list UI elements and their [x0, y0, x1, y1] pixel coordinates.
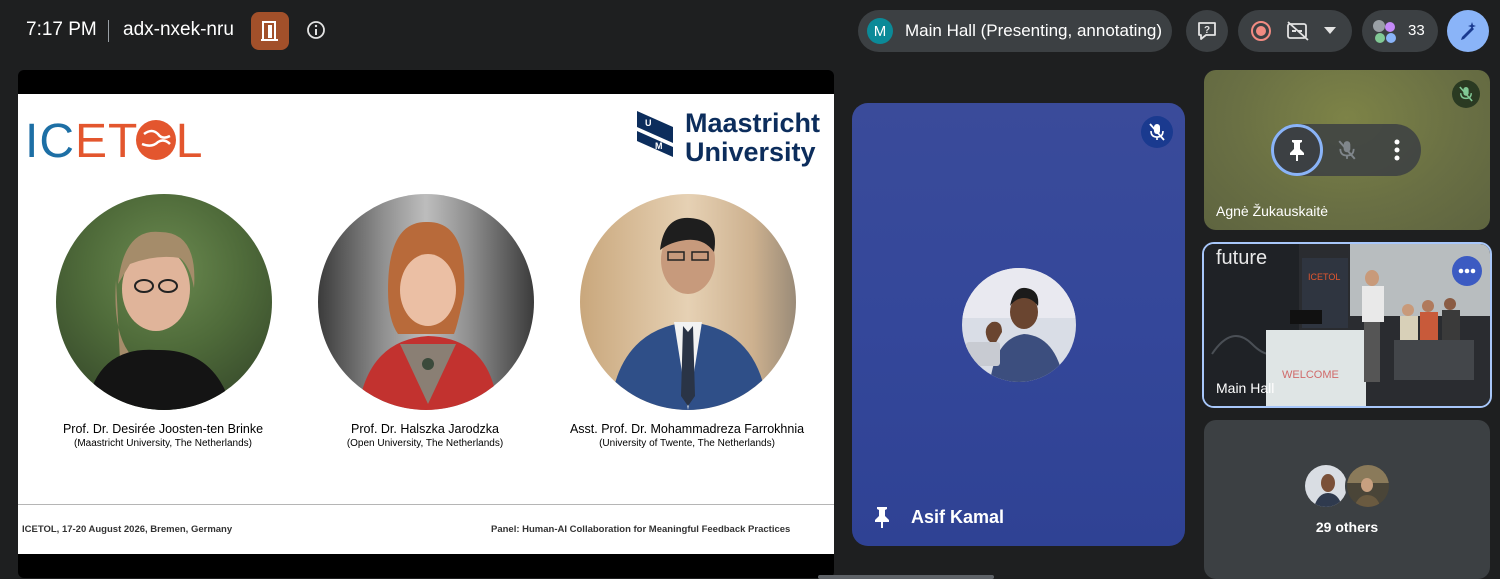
other-avatar-2 [1345, 463, 1391, 509]
presenter-avatar: M [867, 18, 893, 44]
meeting-info-button[interactable] [304, 18, 328, 42]
participant-name: Main Hall [1216, 380, 1275, 396]
globe-icon [136, 120, 176, 160]
presenter-label: Main Hall (Presenting, annotating) [905, 21, 1163, 40]
meeting-code: adx-nxek-nru [123, 19, 234, 40]
um-emblem-icon: UM [637, 111, 673, 157]
people-icon [1373, 20, 1396, 43]
footer-divider [18, 504, 834, 505]
footer-conference: ICETOL, 17-20 August 2026, Bremen, Germa… [22, 524, 233, 535]
svg-text:WELCOME: WELCOME [1282, 369, 1339, 381]
slide: ICETOL UM Maastricht University Prof. Dr… [18, 94, 834, 554]
participant-tile-agne[interactable]: Agnė Žukauskaitė [1204, 70, 1490, 230]
tile-hover-controls [1271, 124, 1421, 176]
help-button[interactable]: ? [1186, 10, 1228, 52]
portrait-3 [580, 194, 796, 410]
scrollbar[interactable] [818, 575, 994, 579]
participant-tile-main-hall[interactable]: future ICETOL WELCOME Main Hall [1202, 242, 1492, 408]
breakout-room-button[interactable] [251, 12, 289, 50]
captions-off-icon[interactable] [1286, 20, 1310, 42]
question-icon: ? [1198, 22, 1216, 40]
mute-participant-button[interactable] [1325, 128, 1369, 172]
svg-text:future: future [1216, 247, 1267, 269]
more-horiz-icon [1458, 268, 1476, 274]
presentation-area: ICETOL UM Maastricht University Prof. Dr… [18, 70, 834, 578]
mic-off-icon [1149, 123, 1165, 141]
participant-name: Asif Kamal [911, 507, 1005, 527]
recording-controls[interactable] [1238, 10, 1352, 52]
mic-off-icon [1459, 86, 1473, 102]
university-name: Maastricht University [685, 108, 821, 167]
more-options-button[interactable] [1452, 256, 1482, 286]
footer-panel-title: Panel: Human-AI Collaboration for Meanin… [491, 524, 791, 535]
svg-text:?: ? [1204, 25, 1210, 36]
panelist-1-name: Prof. Dr. Desirée Joosten-ten Brinke [62, 422, 264, 436]
svg-text:U: U [645, 118, 652, 128]
svg-text:ICETOL: ICETOL [1308, 272, 1340, 282]
more-options-button[interactable] [1375, 128, 1419, 172]
mic-off-badge [1452, 80, 1480, 108]
recording-icon[interactable] [1251, 21, 1271, 41]
sparkle-pen-icon [1461, 22, 1476, 40]
portrait-2 [318, 194, 534, 410]
pin-button[interactable] [1271, 124, 1323, 176]
muted-badge [1141, 116, 1173, 148]
people-button[interactable]: 33 [1362, 10, 1438, 52]
mic-off-icon [1338, 140, 1356, 160]
participant-name: Agnė Žukauskaitė [1216, 203, 1329, 219]
top-bar: 7:17 PM adx-nxek-nru M Main Hall (Presen… [0, 0, 1500, 62]
divider [108, 20, 109, 42]
panelist-3-affiliation: (University of Twente, The Netherlands) [599, 438, 775, 449]
panelist-2-affiliation: (Open University, The Netherlands) [346, 438, 504, 449]
chevron-down-icon[interactable] [1324, 27, 1336, 35]
info-icon [307, 21, 325, 39]
clock: 7:17 PM [26, 19, 97, 40]
svg-text:M: M [655, 141, 663, 151]
gemini-button[interactable] [1447, 10, 1489, 52]
others-tile[interactable]: 29 others [1204, 420, 1490, 579]
other-avatar-1 [1303, 463, 1349, 509]
panelist-2-name: Prof. Dr. Halszka Jarodzka [351, 422, 499, 436]
panelist-3-name: Asst. Prof. Dr. Mohammadreza Farrokhnia [569, 422, 805, 436]
participant-count: 33 [1408, 22, 1425, 39]
others-count: 29 others [1315, 519, 1379, 535]
more-vert-icon [1394, 139, 1400, 161]
participant-tile-pinned[interactable]: Asif Kamal [852, 103, 1185, 546]
pin-icon [875, 507, 889, 528]
panelist-1-affiliation: (Maastricht University, The Netherlands) [73, 438, 253, 449]
pin-icon [1290, 140, 1304, 161]
maastricht-logo: UM Maastricht University [635, 109, 825, 169]
door-icon [261, 21, 278, 41]
presenter-chip[interactable]: M Main Hall (Presenting, annotating) [858, 10, 1172, 52]
portrait-1 [56, 194, 272, 410]
participant-avatar [962, 268, 1076, 382]
